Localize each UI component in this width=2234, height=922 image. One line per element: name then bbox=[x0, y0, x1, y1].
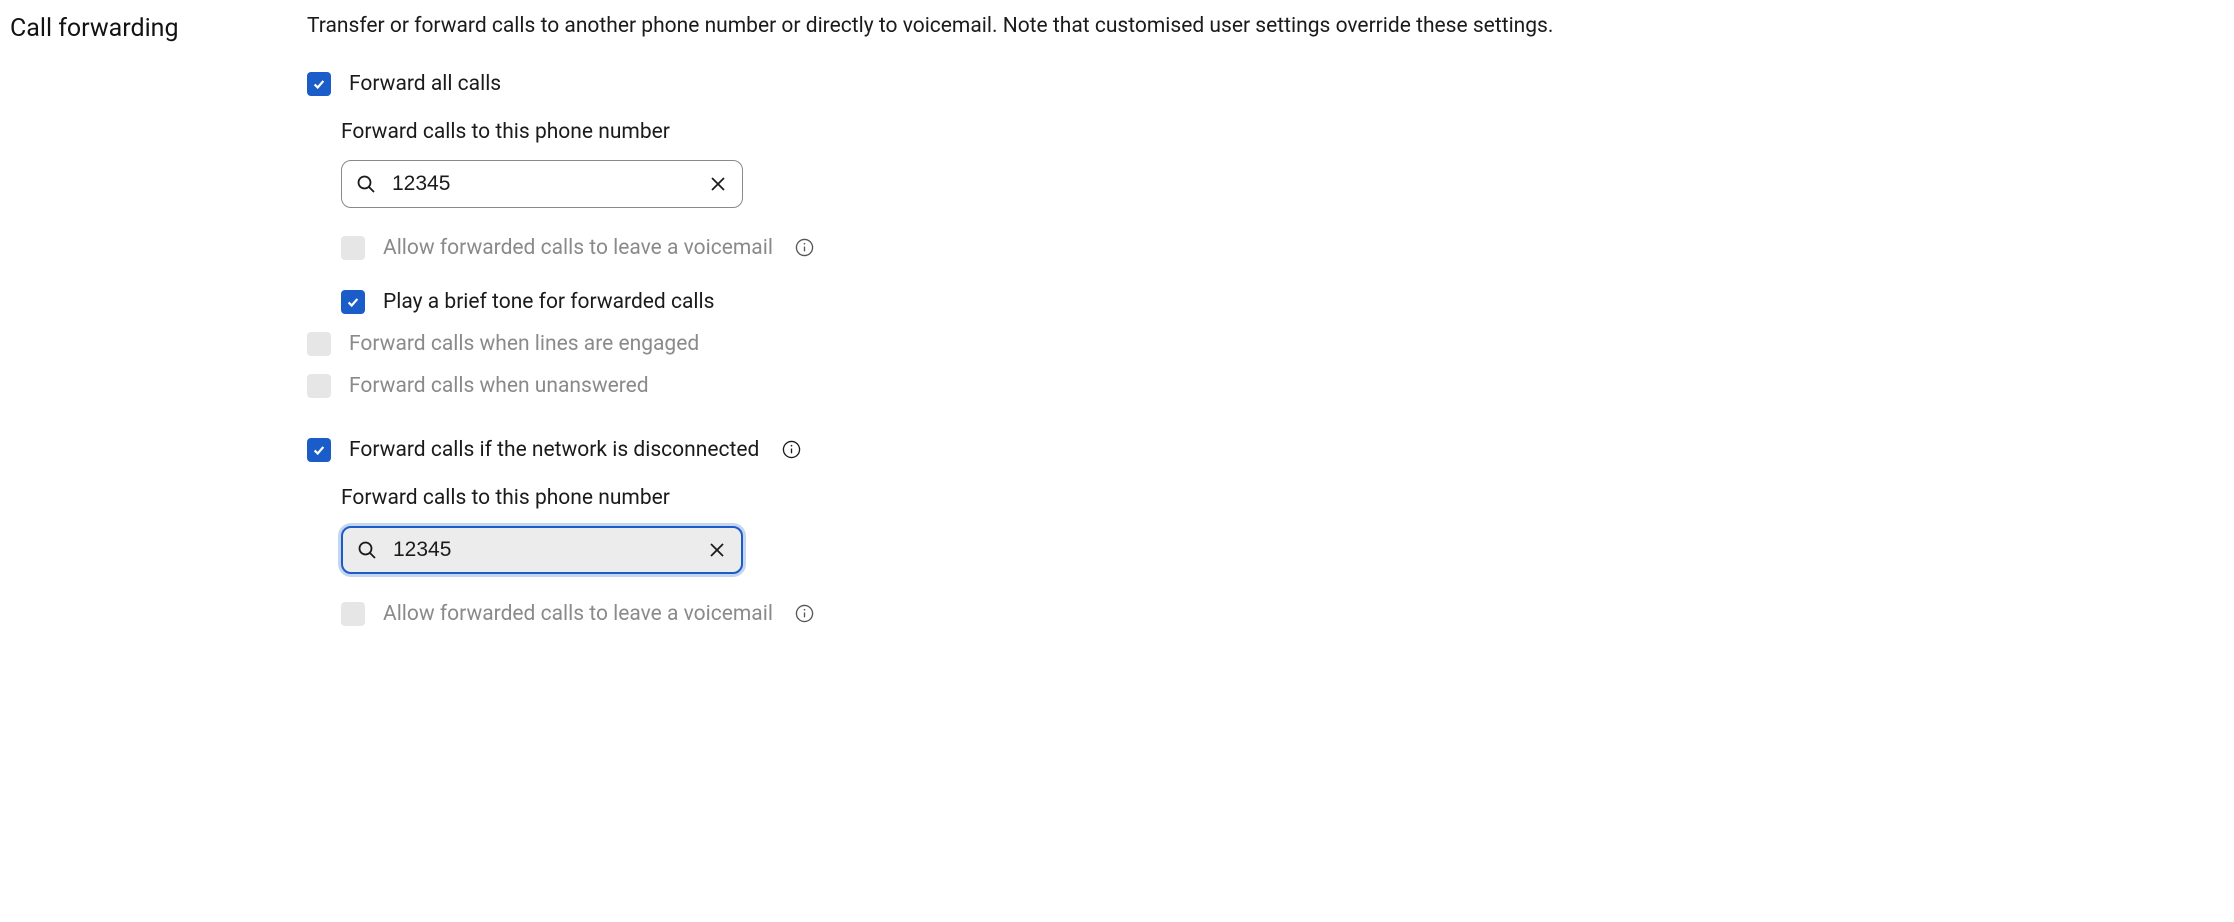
forward-all-voicemail-checkbox bbox=[341, 236, 365, 260]
forward-unanswered-row: Forward calls when unanswered bbox=[307, 374, 2224, 398]
info-icon[interactable] bbox=[781, 439, 801, 459]
forward-unanswered-checkbox bbox=[307, 374, 331, 398]
forward-unanswered-label: Forward calls when unanswered bbox=[349, 374, 649, 398]
forward-all-tone-row: Play a brief tone for forwarded calls bbox=[341, 290, 2224, 314]
forward-disconnected-phone-input-wrap bbox=[341, 526, 743, 574]
forward-engaged-checkbox bbox=[307, 332, 331, 356]
forward-all-phone-label: Forward calls to this phone number bbox=[341, 120, 2224, 144]
clear-icon[interactable] bbox=[708, 174, 728, 194]
section-title: Call forwarding bbox=[10, 14, 179, 43]
search-icon bbox=[356, 174, 376, 194]
forward-disconnected-voicemail-checkbox bbox=[341, 602, 365, 626]
section-description: Transfer or forward calls to another pho… bbox=[307, 14, 2224, 38]
search-icon bbox=[357, 540, 377, 560]
forward-all-label: Forward all calls bbox=[349, 72, 501, 96]
clear-icon[interactable] bbox=[707, 540, 727, 560]
info-icon[interactable] bbox=[795, 237, 815, 257]
forward-disconnected-voicemail-row: Allow forwarded calls to leave a voicema… bbox=[341, 602, 2224, 626]
call-forwarding-content: Transfer or forward calls to another pho… bbox=[307, 14, 2224, 650]
forward-all-checkbox[interactable] bbox=[307, 72, 331, 96]
forward-engaged-row: Forward calls when lines are engaged bbox=[307, 332, 2224, 356]
info-icon[interactable] bbox=[795, 603, 815, 623]
forward-disconnected-row: Forward calls if the network is disconne… bbox=[307, 438, 2224, 462]
forward-all-phone-input-wrap bbox=[341, 160, 743, 208]
forward-disconnected-phone-label: Forward calls to this phone number bbox=[341, 486, 2224, 510]
forward-all-voicemail-row: Allow forwarded calls to leave a voicema… bbox=[341, 236, 2224, 260]
forward-disconnected-voicemail-label: Allow forwarded calls to leave a voicema… bbox=[383, 602, 773, 626]
forward-all-tone-checkbox[interactable] bbox=[341, 290, 365, 314]
forward-all-voicemail-label: Allow forwarded calls to leave a voicema… bbox=[383, 236, 773, 260]
forward-disconnected-checkbox[interactable] bbox=[307, 438, 331, 462]
forward-all-phone-input[interactable] bbox=[390, 171, 694, 197]
forward-disconnected-phone-input[interactable] bbox=[391, 537, 693, 563]
forward-disconnected-label: Forward calls if the network is disconne… bbox=[349, 438, 759, 462]
forward-all-row: Forward all calls bbox=[307, 72, 2224, 96]
forward-all-tone-label: Play a brief tone for forwarded calls bbox=[383, 290, 714, 314]
forward-engaged-label: Forward calls when lines are engaged bbox=[349, 332, 699, 356]
